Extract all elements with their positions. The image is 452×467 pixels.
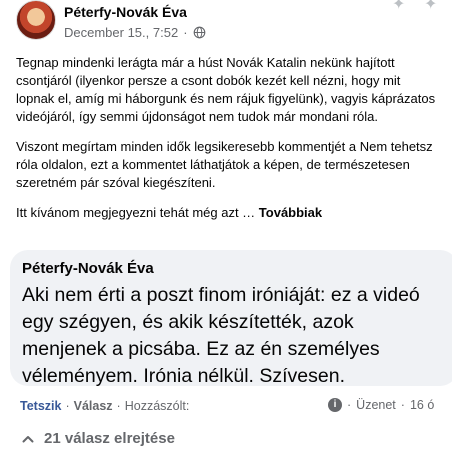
post-author-name[interactable]: Péterfy-Novák Éva — [64, 4, 187, 20]
comment-meta-right: i · Üzenet · 16 ó — [328, 398, 434, 412]
meta-separator: · — [183, 25, 188, 40]
post-teaser: Itt kívánom megjegyezni tehát még azt … … — [16, 204, 436, 222]
separator-dot: · — [400, 398, 405, 412]
globe-icon — [193, 26, 205, 39]
header-icon-right[interactable]: ✦ — [424, 0, 440, 13]
post-header: Péterfy-Novák Éva December 15., 7:52 · ✦… — [0, 0, 452, 48]
post-paragraph-1: Tegnap mindenki lerágta már a húst Novák… — [16, 55, 436, 124]
header-icon-left[interactable]: ✦ — [392, 0, 408, 13]
post-meta: December 15., 7:52 · — [64, 25, 206, 40]
action-separator: · — [65, 399, 70, 413]
share-label[interactable]: Hozzászólt: — [125, 399, 190, 413]
comment-actions: Tetszik · Válasz · Hozzászólt: — [20, 399, 189, 413]
chevron-up-icon — [22, 435, 34, 442]
message-link[interactable]: Üzenet — [356, 398, 396, 412]
comment-text: Aki nem érti a poszt finom iróniáját: ez… — [22, 284, 420, 387]
post-paragraph-2: Viszont megírtam minden idők legsikerese… — [16, 139, 433, 190]
author-avatar[interactable] — [16, 0, 56, 40]
see-more-link[interactable]: Továbbiak — [259, 205, 322, 220]
post-date[interactable]: December 15., 7:52 — [64, 25, 178, 40]
like-button[interactable]: Tetszik — [20, 399, 61, 413]
comment-bubble: Péterfy-Novák Éva Aki nem érti a poszt f… — [10, 250, 452, 387]
action-separator: · — [116, 399, 121, 413]
comment-author[interactable]: Péterfy-Novák Éva — [22, 260, 154, 277]
hide-replies-button[interactable]: 21 válasz elrejtése — [22, 430, 175, 447]
info-icon[interactable]: i — [328, 398, 342, 412]
reply-button[interactable]: Válasz — [74, 399, 113, 413]
header-icons: ✦ ✦ — [392, 0, 440, 13]
hide-replies-label: 21 válasz elrejtése — [44, 430, 175, 447]
post-teaser-text: Itt kívánom megjegyezni tehát még azt … — [16, 205, 256, 220]
comment-time[interactable]: 16 ó — [410, 398, 434, 412]
post-body: Tegnap mindenki lerágta már a húst Novák… — [16, 54, 436, 234]
separator-dot: · — [347, 398, 352, 412]
